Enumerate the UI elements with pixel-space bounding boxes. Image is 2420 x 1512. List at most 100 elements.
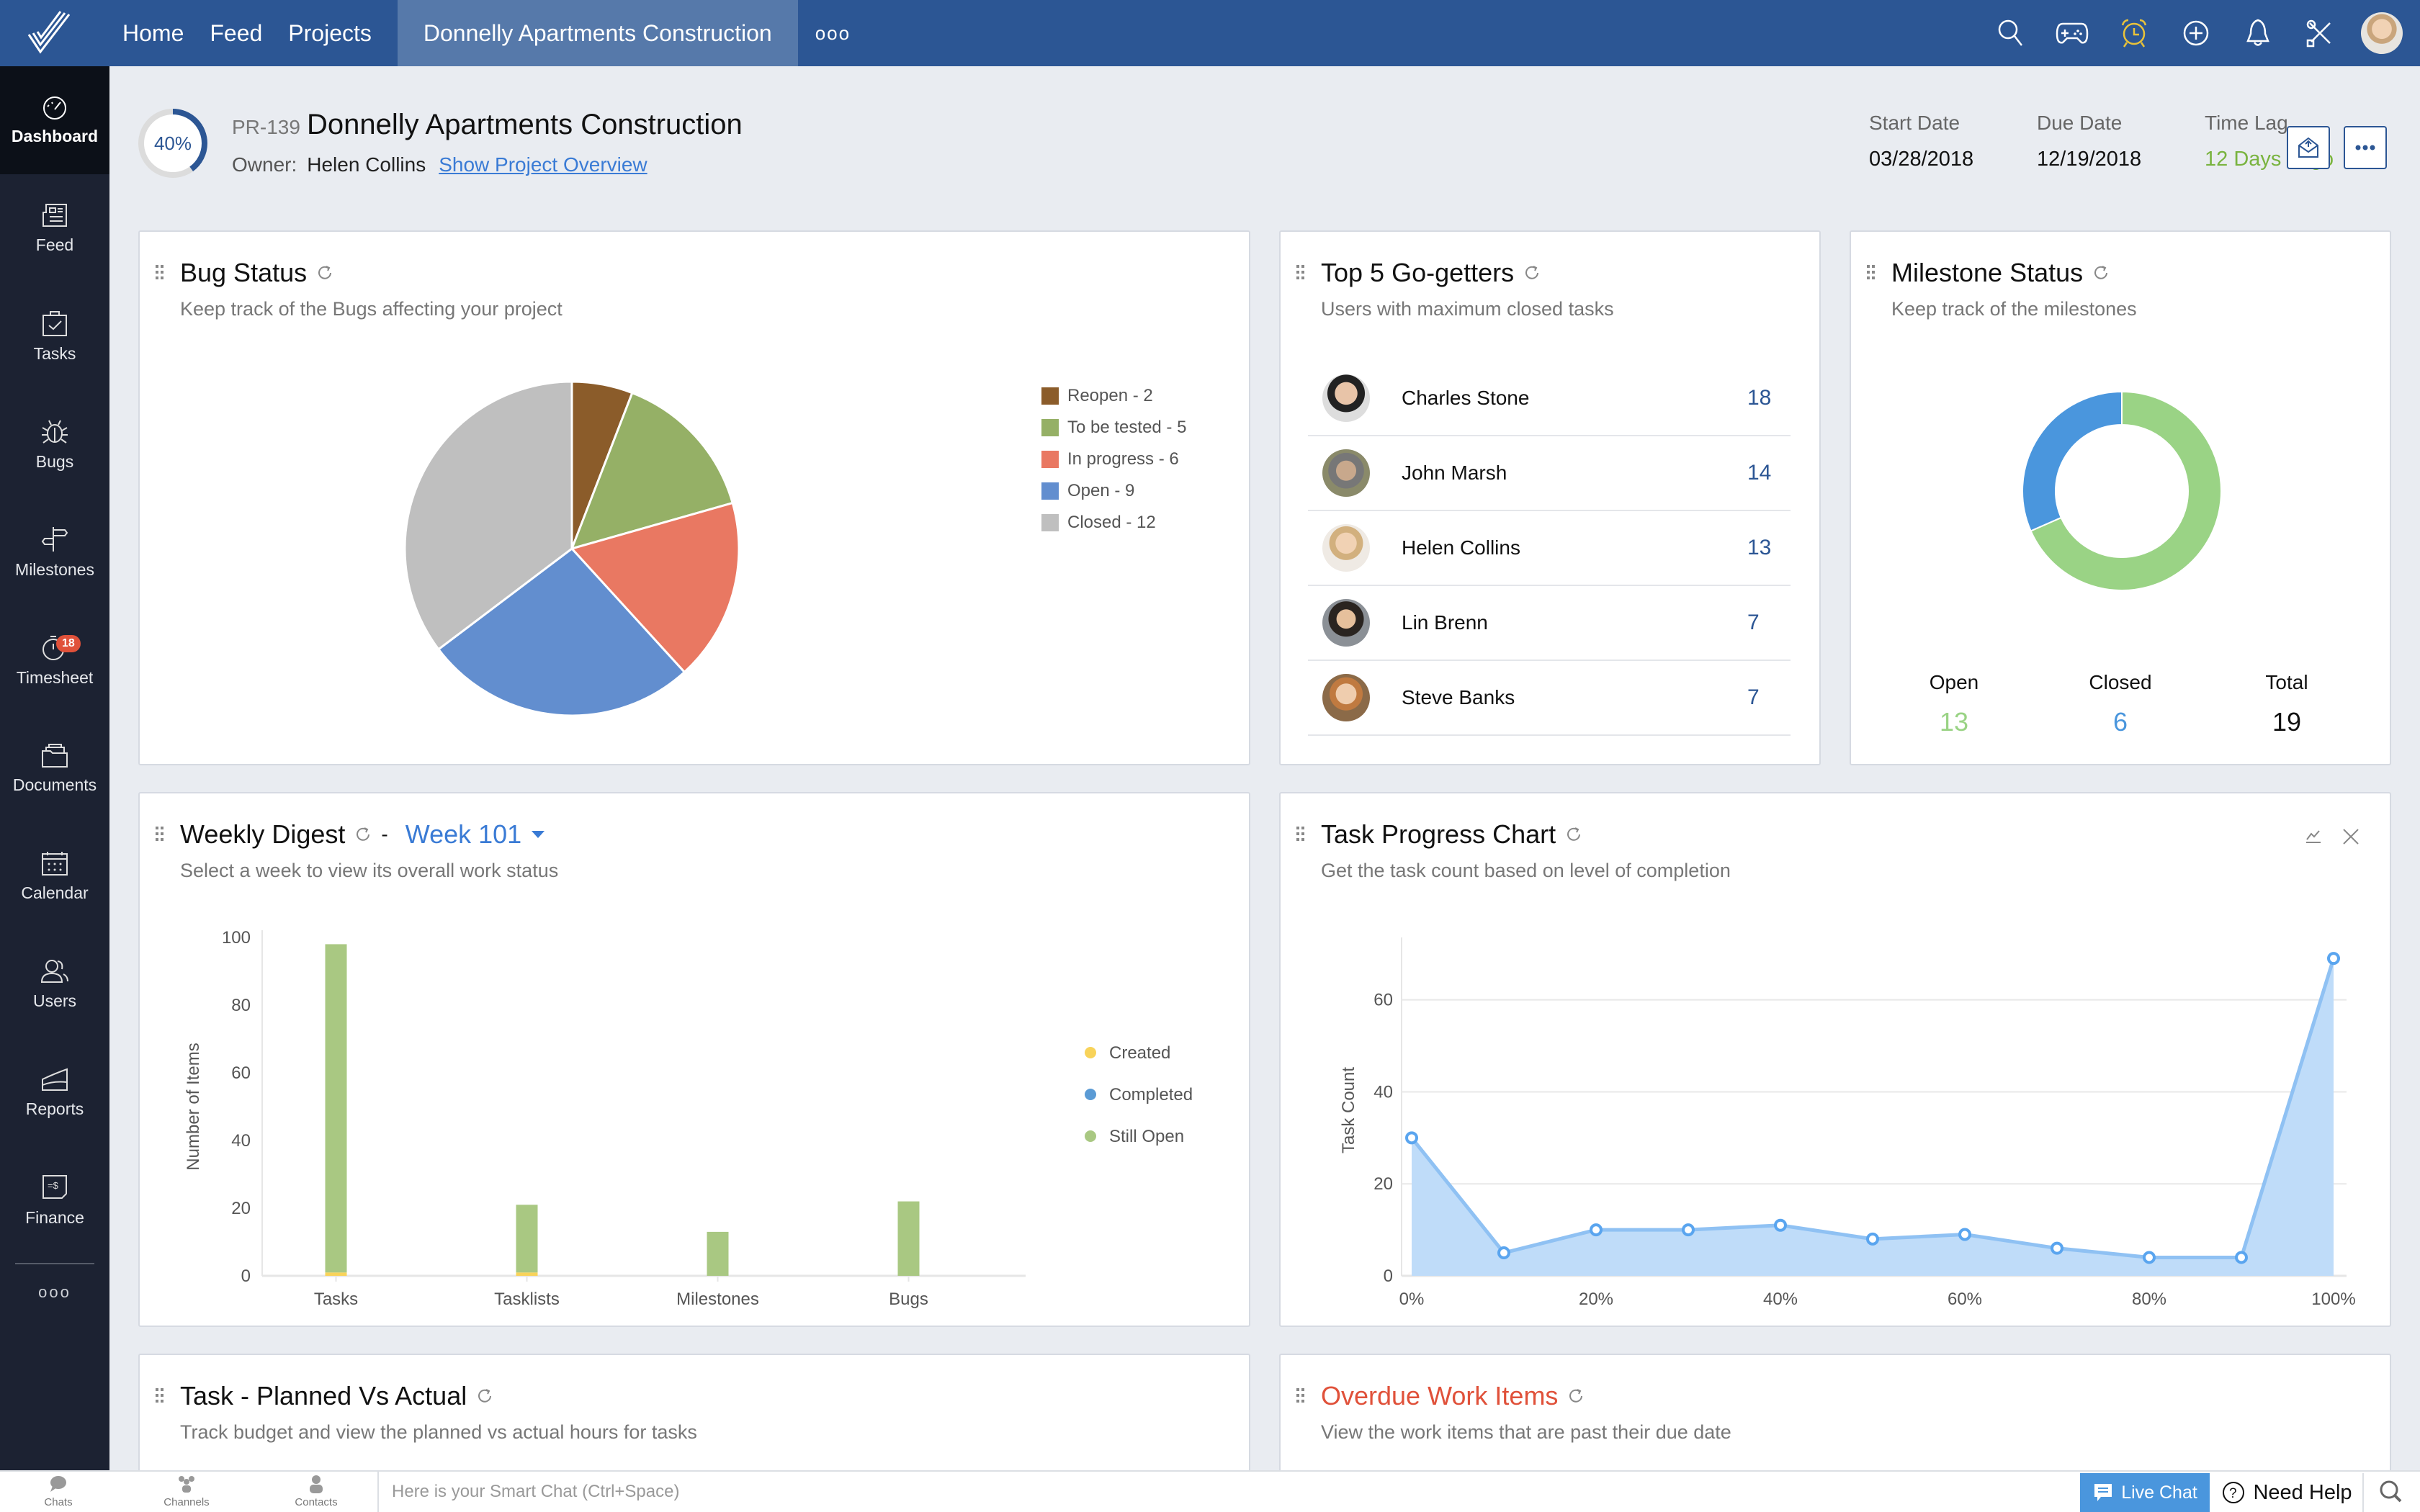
bar-still-open[interactable] — [516, 1205, 538, 1273]
week-selector[interactable]: Week 101 — [405, 819, 521, 850]
data-point[interactable] — [1590, 1223, 1603, 1237]
chat-icon — [2094, 1484, 2112, 1501]
sidebar-item-timesheet[interactable]: 18 Timesheet — [0, 606, 109, 714]
alarm-clock-icon[interactable] — [2103, 0, 2165, 66]
drag-handle-icon[interactable] — [1867, 265, 1876, 279]
go-getter-row[interactable]: Steve Banks 7 — [1308, 661, 1791, 736]
sidebar-item-calendar[interactable]: Calendar — [0, 822, 109, 930]
users-icon — [40, 959, 68, 983]
refresh-icon[interactable] — [354, 825, 372, 844]
refresh-icon[interactable] — [1567, 1387, 1585, 1405]
data-point[interactable] — [2327, 952, 2340, 966]
refresh-icon[interactable] — [1564, 825, 1583, 844]
sidebar-item-reports[interactable]: Reports — [0, 1038, 109, 1146]
stat-value: 6 — [2112, 707, 2128, 737]
data-point[interactable] — [1405, 1131, 1418, 1145]
drag-handle-icon[interactable] — [156, 827, 164, 841]
live-chat-button[interactable]: Live Chat — [2080, 1473, 2210, 1512]
drag-handle-icon[interactable] — [1296, 827, 1305, 841]
refresh-icon[interactable] — [2092, 264, 2110, 282]
data-point[interactable] — [1866, 1232, 1879, 1246]
bar-still-open[interactable] — [707, 1231, 729, 1276]
legend-item[interactable]: Reopen - 2 — [1041, 380, 1186, 412]
sidebar-item-feed[interactable]: Feed — [0, 174, 109, 282]
go-getter-row[interactable]: Helen Collins 13 — [1308, 511, 1791, 586]
data-point[interactable] — [2235, 1251, 2248, 1264]
sidebar-item-finance[interactable]: =$ Finance — [0, 1146, 109, 1254]
legend-item[interactable]: In progress - 6 — [1041, 444, 1186, 475]
nav-tab-current-project[interactable]: Donnelly Apartments Construction — [397, 0, 798, 66]
data-point[interactable] — [1774, 1218, 1787, 1232]
drag-handle-icon[interactable] — [156, 265, 164, 279]
nav-home[interactable]: Home — [109, 0, 197, 66]
project-title: Donnelly Apartments Construction — [307, 109, 743, 140]
x-tick-label: 100% — [2311, 1290, 2355, 1309]
search-icon[interactable] — [1979, 0, 2041, 66]
go-getter-row[interactable]: John Marsh 14 — [1308, 436, 1791, 511]
more-options-button[interactable] — [2344, 126, 2387, 169]
sidebar-item-tasks[interactable]: Tasks — [0, 282, 109, 390]
legend-label[interactable]: Created — [1109, 1043, 1170, 1063]
go-getters-card: Top 5 Go-getters Users with maximum clos… — [1279, 230, 1821, 765]
channels-button[interactable]: Channels — [154, 1475, 219, 1508]
bar-still-open[interactable] — [897, 1201, 920, 1276]
contacts-button[interactable]: Contacts — [284, 1475, 349, 1508]
chats-button[interactable]: Chats — [26, 1475, 91, 1508]
sidebar-more-button[interactable]: ooo — [0, 1283, 109, 1302]
drag-handle-icon[interactable] — [156, 1388, 164, 1403]
data-point[interactable] — [2051, 1241, 2063, 1255]
go-getter-row[interactable]: Lin Brenn 7 — [1308, 586, 1791, 661]
chart-type-icon[interactable] — [2303, 827, 2323, 847]
tools-icon[interactable] — [2289, 0, 2351, 66]
bar-still-open[interactable] — [325, 944, 347, 1273]
legend-item[interactable]: Closed - 12 — [1041, 507, 1186, 539]
dropdown-caret-icon[interactable] — [530, 829, 546, 840]
smart-chat-input[interactable]: Here is your Smart Chat (Ctrl+Space) — [377, 1472, 2084, 1512]
calendar-icon — [42, 851, 68, 876]
x-tick-label: Milestones — [676, 1290, 759, 1309]
card-title: Top 5 Go-getters — [1321, 258, 1541, 288]
sidebar-item-documents[interactable]: Documents — [0, 714, 109, 822]
close-icon[interactable] — [2341, 827, 2361, 847]
show-project-overview-link[interactable]: Show Project Overview — [439, 153, 647, 176]
stat-value: 19 — [2272, 707, 2302, 737]
drag-handle-icon[interactable] — [1296, 265, 1305, 279]
user-avatar[interactable] — [2361, 12, 2403, 54]
nav-feed[interactable]: Feed — [197, 0, 275, 66]
bar-created[interactable] — [325, 1272, 347, 1276]
donut-segment-closed[interactable] — [2022, 390, 2123, 532]
refresh-icon[interactable] — [315, 264, 334, 282]
sidebar-item-users[interactable]: Users — [0, 930, 109, 1038]
refresh-icon[interactable] — [475, 1387, 494, 1405]
legend-label[interactable]: Completed — [1109, 1085, 1193, 1104]
task-progress-card: Task Progress Chart Get the task count b… — [1279, 792, 2391, 1327]
nav-projects[interactable]: Projects — [275, 0, 385, 66]
refresh-icon[interactable] — [1523, 264, 1541, 282]
sidebar-item-milestones[interactable]: Milestones — [0, 498, 109, 606]
go-getter-row[interactable]: Charles Stone 18 — [1308, 361, 1791, 436]
timesheet-badge: 18 — [56, 635, 81, 652]
bar-created[interactable] — [516, 1272, 538, 1276]
email-project-button[interactable] — [2287, 126, 2330, 169]
drag-handle-icon[interactable] — [1296, 1388, 1305, 1403]
sidebar-item-bugs[interactable]: Bugs — [0, 390, 109, 498]
data-point[interactable] — [2143, 1251, 2156, 1264]
legend-label[interactable]: Still Open — [1109, 1127, 1184, 1146]
need-help-button[interactable]: ? Need Help — [2211, 1473, 2364, 1512]
progress-percent: 40% — [153, 132, 192, 154]
legend-item[interactable]: Open - 9 — [1041, 475, 1186, 507]
sidebar-item-dashboard[interactable]: Dashboard — [0, 66, 109, 174]
svg-text:=$: =$ — [48, 1180, 59, 1191]
add-icon[interactable] — [2165, 0, 2227, 66]
weekly-digest-card: Weekly Digest - Week 101 Select a week to … — [138, 792, 1250, 1327]
gamepad-icon[interactable] — [2041, 0, 2103, 66]
nav-more-button[interactable]: ooo — [798, 22, 868, 45]
data-point[interactable] — [1958, 1228, 1971, 1241]
data-point[interactable] — [1497, 1246, 1510, 1260]
search-icon[interactable] — [2377, 1477, 2406, 1506]
data-point[interactable] — [1682, 1223, 1695, 1237]
app-logo-icon[interactable] — [0, 0, 109, 66]
milestone-donut-chart — [2022, 390, 2222, 591]
legend-item[interactable]: To be tested - 5 — [1041, 412, 1186, 444]
bell-icon[interactable] — [2227, 0, 2289, 66]
